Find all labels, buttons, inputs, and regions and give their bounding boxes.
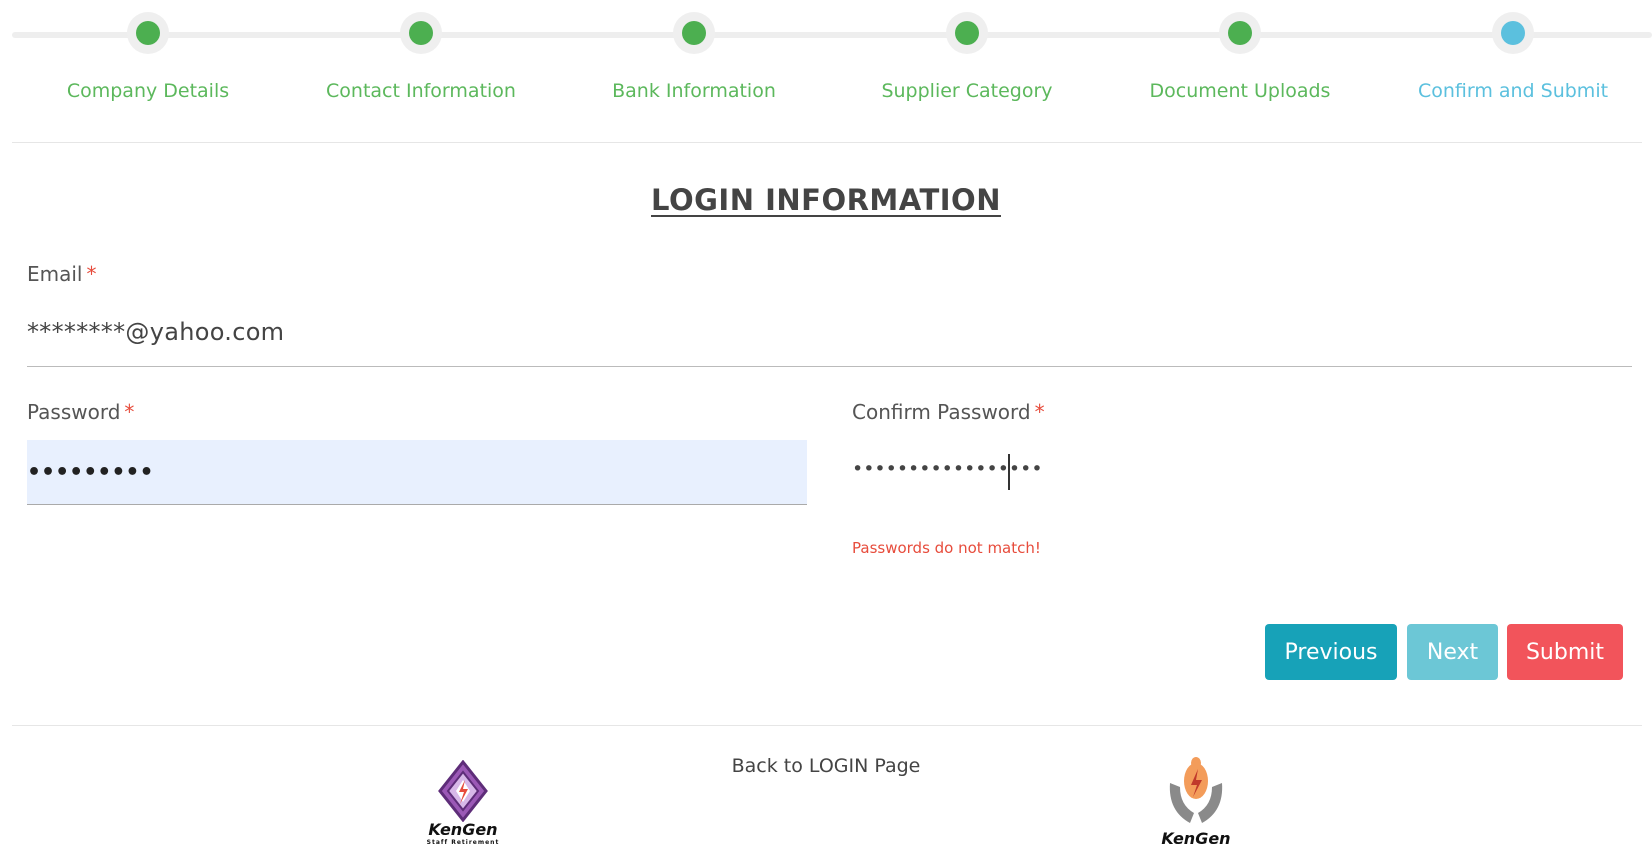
password-value: ••••••••• [27,460,154,485]
divider [12,142,1642,143]
password-mismatch-error: Passwords do not match! [852,539,1041,557]
confirm-password-field[interactable]: ••••••••••••••••• [852,458,1043,480]
kengen-logo-icon: KenGen [1146,753,1246,848]
step-complete-icon [955,21,979,45]
divider [12,725,1642,726]
step-label: Document Uploads [1149,80,1331,102]
step-label: Bank Information [612,80,776,102]
step-label: Contact Information [326,80,516,102]
submit-button[interactable]: Submit [1507,624,1623,680]
step-current-icon [1501,21,1525,45]
page-title: LOGIN INFORMATION [651,183,1001,217]
confirm-password-label: Confirm Password * [852,400,1045,424]
step-label: Supplier Category [881,80,1053,102]
email-label: Email * [27,262,97,286]
required-asterisk: * [1034,400,1045,424]
previous-button[interactable]: Previous [1265,624,1397,680]
text-cursor [1008,454,1010,490]
stepper-track [12,32,1652,38]
required-asterisk: * [86,262,97,286]
kengen-staff-retirement-logo-icon: KenGen Staff Retirement [408,760,518,850]
email-field[interactable]: ********@yahoo.com [27,318,284,346]
step-complete-icon [409,21,433,45]
progress-stepper: Company Details Contact Information Bank… [0,0,1652,142]
password-label: Password * [27,400,135,424]
step-complete-icon [1228,21,1252,45]
email-field-underline [27,366,1632,367]
step-complete-icon [136,21,160,45]
next-button[interactable]: Next [1407,624,1498,680]
back-to-login-link[interactable]: Back to LOGIN Page [0,755,1652,777]
password-field[interactable]: ••••••••• [27,440,807,505]
step-complete-icon [682,21,706,45]
required-asterisk: * [124,400,135,424]
step-label: Confirm and Submit [1417,80,1609,102]
step-label: Company Details [66,80,230,102]
